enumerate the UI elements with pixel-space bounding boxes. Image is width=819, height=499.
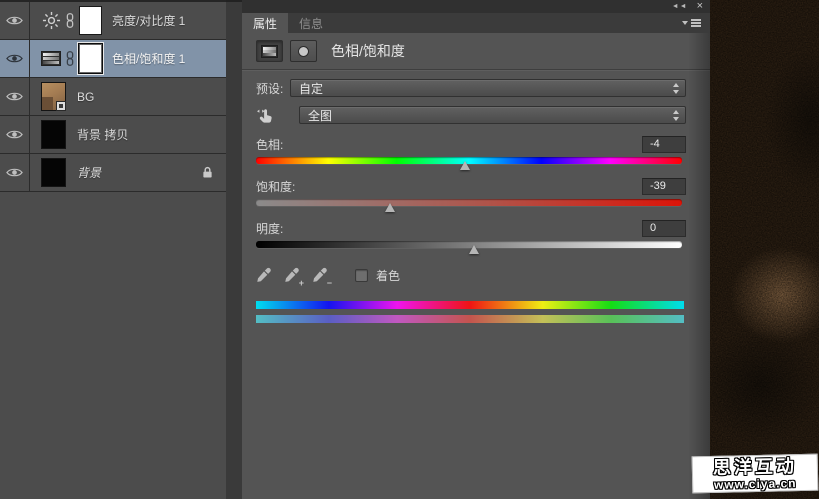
layer-row-bg[interactable]: BG [0,78,226,116]
link-mask-icon [66,13,74,28]
lightness-value-input[interactable]: 0 [642,220,686,237]
layer-name[interactable]: 色相/饱和度 1 [112,50,185,67]
document-canvas [710,0,819,499]
saturation-label: 饱和度: [256,178,295,195]
preset-dropdown[interactable]: 自定 [290,79,686,97]
eyedropper-minus-icon[interactable]: − [312,267,329,284]
layer-mask-thumbnail-selected[interactable] [79,44,102,73]
layer-name[interactable]: 亮度/对比度 1 [112,12,185,29]
preset-label: 预设: [256,80,290,97]
hue-slider-group: 色相: -4 [256,135,686,169]
layer-thumbnail[interactable] [41,120,66,149]
layer-row-background[interactable]: 背景 [0,154,226,192]
eyedropper-icon[interactable] [256,267,273,284]
dropdown-arrows-icon [673,83,679,94]
layer-mask-thumbnail[interactable] [79,6,102,35]
layers-panel: 亮度/对比度 1 色相/饱和度 1 [0,0,226,499]
hue-slider-thumb[interactable] [460,161,470,170]
eyedropper-row: + − 着色 [256,267,686,284]
watermark-url: www.ciya.cn [714,477,797,491]
colorize-label: 着色 [376,267,400,284]
dirt-texture-image [710,0,819,499]
hue-saturation-controls: 预设: 自定 全图 色相: -4 [242,70,710,323]
eye-icon [6,129,23,140]
eye-icon [6,167,23,178]
hue-value-input[interactable]: -4 [642,136,686,153]
eye-icon [6,53,23,64]
visibility-toggle[interactable] [0,78,30,115]
adjustment-title: 色相/饱和度 [331,41,405,61]
lightness-label: 明度: [256,220,283,237]
saturation-slider-group: 饱和度: -39 [256,177,686,211]
panel-menu-icon[interactable] [682,13,710,33]
brightness-contrast-icon [41,11,61,30]
adjustment-header: 色相/饱和度 [242,33,710,69]
layer-name[interactable]: 背景 拷贝 [77,126,128,143]
visibility-toggle[interactable] [0,116,30,153]
layer-row-hue-saturation[interactable]: 色相/饱和度 1 [0,40,226,78]
visibility-toggle[interactable] [0,154,30,191]
tab-info[interactable]: 信息 [288,13,334,33]
photoshop-workspace: 亮度/对比度 1 色相/饱和度 1 [0,0,819,499]
panel-titlebar: ◄◄ × [242,0,710,13]
collapse-panel-icon[interactable]: ◄◄ [672,3,688,10]
hue-saturation-icon [261,45,278,58]
thumbnail-detail [42,97,53,110]
close-panel-icon[interactable]: × [697,1,703,12]
colorize-checkbox[interactable] [355,269,368,282]
preset-row: 预设: 自定 [256,79,686,97]
spectrum-bar-adjusted [256,315,684,323]
saturation-value-input[interactable]: -39 [642,178,686,195]
dropdown-arrows-icon [673,110,679,121]
layer-name[interactable]: 背景 [77,164,101,181]
lightness-slider-group: 明度: 0 [256,219,686,253]
lightness-slider-thumb[interactable] [469,245,479,254]
visibility-toggle[interactable] [0,2,30,39]
saturation-slider-thumb[interactable] [385,203,395,212]
layer-row-brightness-contrast[interactable]: 亮度/对比度 1 [0,2,226,40]
eyedropper-plus-icon[interactable]: + [284,267,301,284]
channel-row: 全图 [256,106,686,124]
eye-icon [6,15,23,26]
smart-object-badge-icon [56,101,66,111]
hue-saturation-icon-button[interactable] [256,40,283,62]
properties-panel: ◄◄ × 属性 信息 色相/饱和度 预设: 自定 [242,0,710,499]
spectrum-preview [256,301,684,323]
panel-divider [226,0,242,499]
lock-icon [202,166,213,179]
spectrum-bar-original [256,301,684,309]
hue-label: 色相: [256,136,283,153]
channel-dropdown[interactable]: 全图 [299,106,686,124]
scrubby-hand-icon[interactable] [256,107,299,124]
link-mask-icon [66,51,74,66]
tab-properties[interactable]: 属性 [242,13,288,33]
eye-icon [6,91,23,102]
clip-circle-icon [298,46,309,57]
hue-saturation-adjustment-icon [41,51,61,66]
clip-to-layer-button[interactable] [290,40,317,62]
layer-thumbnail[interactable] [41,82,66,111]
layer-name[interactable]: BG [77,90,94,104]
watermark-brand: 思洋互动 [713,457,797,477]
panel-tabs: 属性 信息 [242,13,710,33]
watermark: 思洋互动 www.ciya.cn [692,454,819,494]
saturation-slider-track[interactable] [256,199,682,206]
layer-row-background-copy[interactable]: 背景 拷贝 [0,116,226,154]
layer-thumbnail[interactable] [41,158,66,187]
visibility-toggle[interactable] [0,40,30,77]
